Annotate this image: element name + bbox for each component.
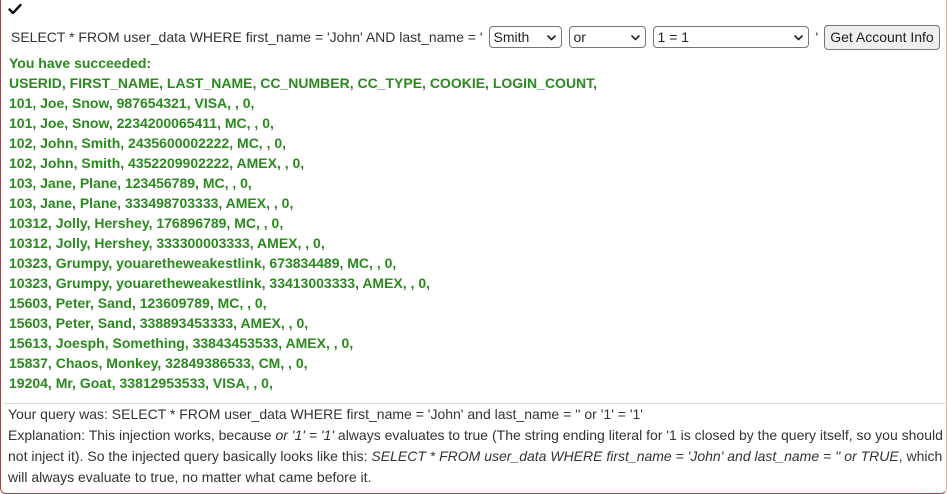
explanation-emphasis: or '1' = '1' — [275, 427, 335, 443]
explanation-block: Your query was: SELECT * FROM user_data … — [8, 404, 943, 488]
result-row: 103, Jane, Plane, 333498703333, AMEX, , … — [9, 195, 294, 211]
get-account-info-button[interactable]: Get Account Info — [824, 24, 940, 50]
result-columns: USERID, FIRST_NAME, LAST_NAME, CC_NUMBER… — [9, 75, 598, 91]
result-row: 15837, Chaos, Monkey, 32849386533, CM, ,… — [9, 355, 308, 371]
result-row: 10312, Jolly, Hershey, 333300003333, AME… — [9, 235, 325, 251]
result-row: 102, John, Smith, 2435600002222, MC, , 0… — [9, 135, 287, 151]
chevron-down-icon — [793, 35, 803, 41]
result-row: 10323, Grumpy, youaretheweakestlink, 334… — [9, 275, 431, 291]
result-row: 10312, Jolly, Hershey, 176896789, MC, , … — [9, 215, 284, 231]
result-row: 10323, Grumpy, youaretheweakestlink, 673… — [9, 255, 397, 271]
result-row: 15603, Peter, Sand, 338893453333, AMEX, … — [9, 315, 309, 331]
query-suffix: ' — [815, 29, 819, 45]
result-row: 101, Joe, Snow, 2234200065411, MC, , 0, — [9, 115, 274, 131]
query-builder: SELECT * FROM user_data WHERE first_name… — [11, 24, 940, 50]
result-row: 15613, Joesph, Something, 33843453533, A… — [9, 335, 354, 351]
condition-select[interactable]: 1 = 1 — [652, 26, 809, 48]
chevron-down-icon — [630, 35, 640, 41]
condition-select-value: 1 = 1 — [657, 29, 690, 45]
explanation-part: Explanation: This injection works, becau… — [8, 427, 276, 443]
operator-select-value: or — [573, 29, 586, 45]
check-icon — [8, 3, 22, 15]
explanation-emphasis: SELECT * FROM user_data WHERE first_name… — [371, 448, 899, 464]
explanation-text: Explanation: This injection works, becau… — [8, 425, 943, 488]
result-row: 103, Jane, Plane, 123456789, MC, , 0, — [9, 175, 252, 191]
result-rows: 101, Joe, Snow, 987654321, VISA, , 0, 101… — [9, 93, 597, 393]
result-row: 101, Joe, Snow, 987654321, VISA, , 0, — [9, 95, 255, 111]
last-name-select-value: Smith — [493, 29, 530, 45]
last-name-select[interactable]: Smith — [488, 26, 562, 48]
query-echo: Your query was: SELECT * FROM user_data … — [8, 406, 643, 422]
success-message: You have succeeded: — [9, 55, 152, 71]
query-prefix: SELECT * FROM user_data WHERE first_name… — [11, 29, 483, 45]
query-output: You have succeeded: USERID, FIRST_NAME, … — [9, 53, 597, 393]
chevron-down-icon — [546, 35, 556, 41]
operator-select[interactable]: or — [568, 26, 646, 48]
result-row: 19204, Mr, Goat, 33812953533, VISA, , 0, — [9, 375, 273, 391]
result-row: 102, John, Smith, 4352209902222, AMEX, ,… — [9, 155, 305, 171]
result-row: 15603, Peter, Sand, 123609789, MC, , 0, — [9, 295, 267, 311]
